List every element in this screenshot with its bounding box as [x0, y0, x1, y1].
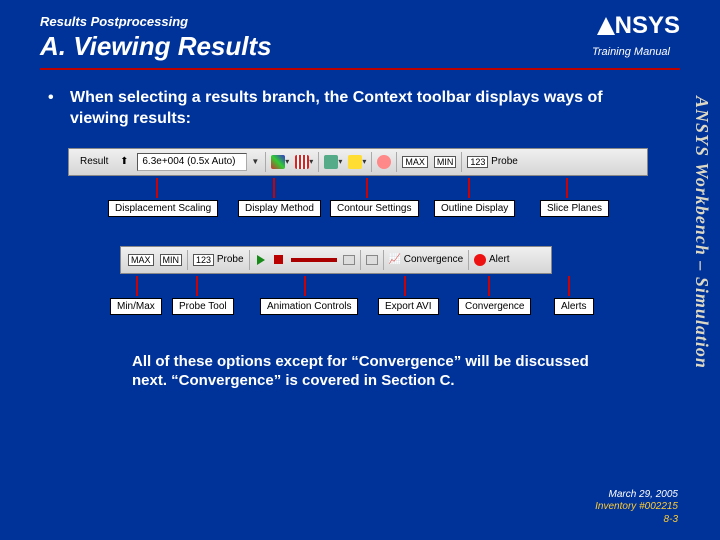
- logo-a-icon: [597, 17, 615, 35]
- logo-text: NSYS: [615, 12, 680, 40]
- slice-plane-icon[interactable]: [374, 152, 394, 172]
- scale-value: 6.3e+004 (0.5x Auto): [142, 156, 235, 167]
- anim-slider-icon[interactable]: [288, 250, 340, 270]
- page-title: A. Viewing Results: [40, 31, 272, 62]
- max-button[interactable]: MAX: [399, 152, 431, 172]
- min-button-2[interactable]: MIN: [157, 250, 186, 270]
- bullet-text: When selecting a results branch, the Con…: [70, 88, 660, 130]
- context-toolbar-2: MAX MIN 123 Probe 📈 Convergence Alert: [120, 246, 552, 274]
- callouts-row-2: Min/Max Probe Tool Animation Controls Ex…: [68, 280, 660, 326]
- callout-outline-display: Outline Display: [434, 200, 515, 217]
- footer-date: March 29, 2005: [595, 489, 678, 502]
- leader-line: [366, 178, 368, 198]
- callout-convergence: Convergence: [458, 298, 531, 315]
- closing-paragraph: All of these options except for “Converg…: [48, 326, 660, 391]
- leader-line: [196, 276, 198, 296]
- anim-frames-icon[interactable]: [340, 250, 358, 270]
- export-avi-icon[interactable]: [363, 250, 381, 270]
- leader-line: [156, 178, 158, 198]
- callout-export-avi: Export AVI: [378, 298, 439, 315]
- leader-line: [568, 276, 570, 296]
- contour-settings-icon[interactable]: ▾: [321, 152, 345, 172]
- display-lines-icon[interactable]: ▾: [292, 152, 316, 172]
- anim-play-icon[interactable]: [252, 250, 270, 270]
- ansys-logo: NSYS: [597, 12, 680, 40]
- leader-line: [404, 276, 406, 296]
- footer-inventory: Inventory #002215: [595, 501, 678, 514]
- slide-content: • When selecting a results branch, the C…: [0, 70, 720, 391]
- display-method-icon[interactable]: ▾: [268, 152, 292, 172]
- callout-anim-controls: Animation Controls: [260, 298, 358, 315]
- callout-slice-planes: Slice Planes: [540, 200, 609, 217]
- callout-display-method: Display Method: [238, 200, 321, 217]
- scale-field[interactable]: 6.3e+004 (0.5x Auto): [137, 153, 247, 171]
- convergence-button[interactable]: 📈 Convergence: [386, 250, 467, 270]
- leader-line: [273, 178, 275, 198]
- leader-line: [566, 178, 568, 198]
- alert-button[interactable]: Alert: [471, 250, 512, 270]
- bullet-marker: •: [48, 88, 58, 130]
- context-toolbar-1: Result ⬆ 6.3e+004 (0.5x Auto) ▼ ▾ ▾ ▾ ▾ …: [68, 148, 648, 176]
- leader-line: [468, 178, 470, 198]
- probe-button-2[interactable]: 123 Probe: [190, 250, 247, 270]
- probe-button[interactable]: 123 Probe: [464, 152, 521, 172]
- anim-stop-icon[interactable]: [270, 250, 288, 270]
- callout-alerts: Alerts: [554, 298, 594, 315]
- scale-up-icon[interactable]: ⬆: [115, 152, 133, 172]
- callout-displacement-scaling: Displacement Scaling: [108, 200, 218, 217]
- bullet-item: • When selecting a results branch, the C…: [48, 88, 660, 130]
- callout-contour-settings: Contour Settings: [330, 200, 419, 217]
- min-button[interactable]: MIN: [431, 152, 460, 172]
- leader-line: [304, 276, 306, 296]
- slide-footer: March 29, 2005 Inventory #002215 8-3: [595, 489, 678, 527]
- callout-probe-tool: Probe Tool: [172, 298, 234, 315]
- training-manual-label: Training Manual: [592, 46, 680, 62]
- breadcrumb: Results Postprocessing: [40, 14, 680, 31]
- callout-min-max: Min/Max: [110, 298, 162, 315]
- max-button-2[interactable]: MAX: [125, 250, 157, 270]
- leader-line: [488, 276, 490, 296]
- outline-display-icon[interactable]: ▾: [345, 152, 369, 172]
- scale-dropdown-icon[interactable]: ▼: [251, 157, 259, 166]
- footer-page: 8-3: [595, 514, 678, 527]
- result-label[interactable]: Result: [77, 152, 111, 172]
- callouts-row-1: Displacement Scaling Display Method Cont…: [68, 182, 660, 228]
- leader-line: [136, 276, 138, 296]
